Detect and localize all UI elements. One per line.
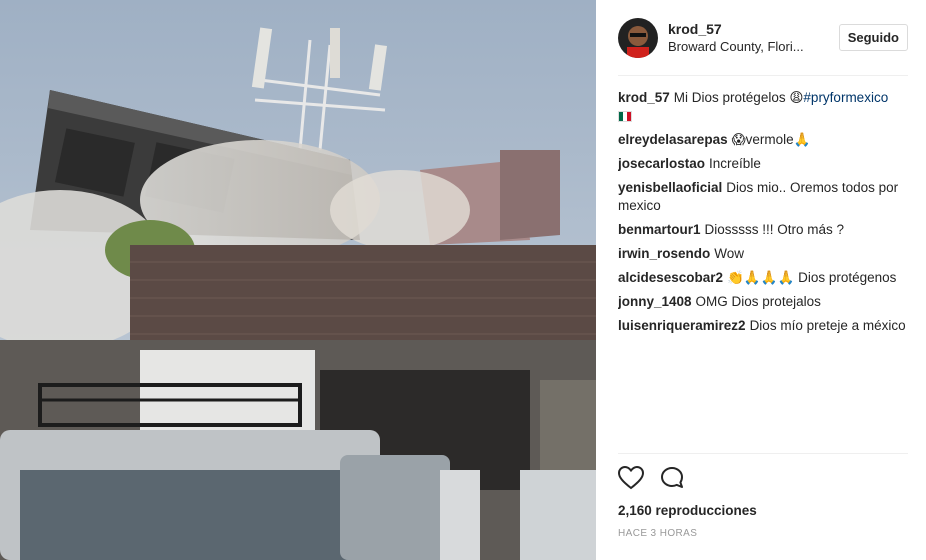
hashtag-link[interactable]: #pryformexico — [803, 90, 888, 105]
comment-text: Diosssss !!! Otro más ? — [704, 222, 845, 237]
comment-username[interactable]: elreydelasarepas — [618, 132, 728, 147]
post-actions: 2,160 reproducciones HACE 3 HORAS — [617, 453, 908, 539]
caption: krod_57 Mi Dios protégelos 😩#pryformexico — [618, 89, 908, 125]
comment-icon[interactable] — [660, 466, 686, 494]
video-player[interactable] — [0, 0, 596, 560]
comment-username[interactable]: jonny_1408 — [618, 294, 692, 309]
post-username[interactable]: krod_57 — [668, 20, 831, 38]
post-sidebar: krod_57 Broward County, Flori... Seguido… — [596, 0, 926, 560]
comment-item: jonny_1408 OMG Dios protejalos — [618, 293, 908, 311]
comment-item: irwin_rosendo Wow — [618, 245, 908, 263]
comment-username[interactable]: alcidesescobar2 — [618, 270, 723, 285]
video-frame — [0, 0, 596, 560]
comment-username[interactable]: luisenriqueramirez2 — [618, 318, 746, 333]
post-location[interactable]: Broward County, Flori... — [668, 38, 818, 56]
header-info: krod_57 Broward County, Flori... — [668, 20, 831, 56]
view-count[interactable]: 2,160 reproducciones — [618, 503, 908, 518]
action-icons — [617, 454, 908, 494]
comment-item: josecarlostao Increíble — [618, 155, 908, 173]
comment-item: alcidesescobar2 👏🙏🙏🙏 Dios protégenos — [618, 269, 908, 287]
comment-username[interactable]: josecarlostao — [618, 156, 705, 171]
comment-item: luisenriqueramirez2 Dios mío preteje a mé… — [618, 317, 908, 335]
mexico-flag-icon — [618, 110, 632, 122]
post-header: krod_57 Broward County, Flori... Seguido — [618, 0, 908, 76]
comment-list: krod_57 Mi Dios protégelos 😩#pryformexico… — [618, 76, 908, 457]
comment-username[interactable]: yenisbellaoficial — [618, 180, 722, 195]
following-button[interactable]: Seguido — [838, 24, 908, 51]
caption-text: Mi Dios protégelos — [673, 90, 790, 105]
heart-icon[interactable] — [617, 465, 645, 494]
comment-text: 😱vermole🙏 — [731, 132, 811, 147]
comment-username[interactable]: benmartour1 — [618, 222, 701, 237]
caption-emoji: 😩 — [789, 90, 804, 106]
instagram-post: krod_57 Broward County, Flori... Seguido… — [0, 0, 926, 560]
comment-text: OMG Dios protejalos — [695, 294, 821, 309]
avatar[interactable] — [618, 17, 658, 58]
comment-item: elreydelasarepas 😱vermole🙏 — [618, 131, 908, 149]
comment-text: 👏🙏🙏🙏 Dios protégenos — [727, 270, 897, 285]
comment-item: yenisbellaoficial Dios mio.. Oremos todos… — [618, 179, 908, 215]
comment-username[interactable]: irwin_rosendo — [618, 246, 710, 261]
comment-text: Increíble — [709, 156, 761, 171]
comment-item: benmartour1 Diosssss !!! Otro más ? — [618, 221, 908, 239]
post-timestamp[interactable]: HACE 3 HORAS — [618, 528, 908, 539]
comment-text: Wow — [714, 246, 745, 261]
comment-text: Dios mío preteje a méxico — [749, 318, 906, 333]
caption-username[interactable]: krod_57 — [618, 90, 670, 105]
